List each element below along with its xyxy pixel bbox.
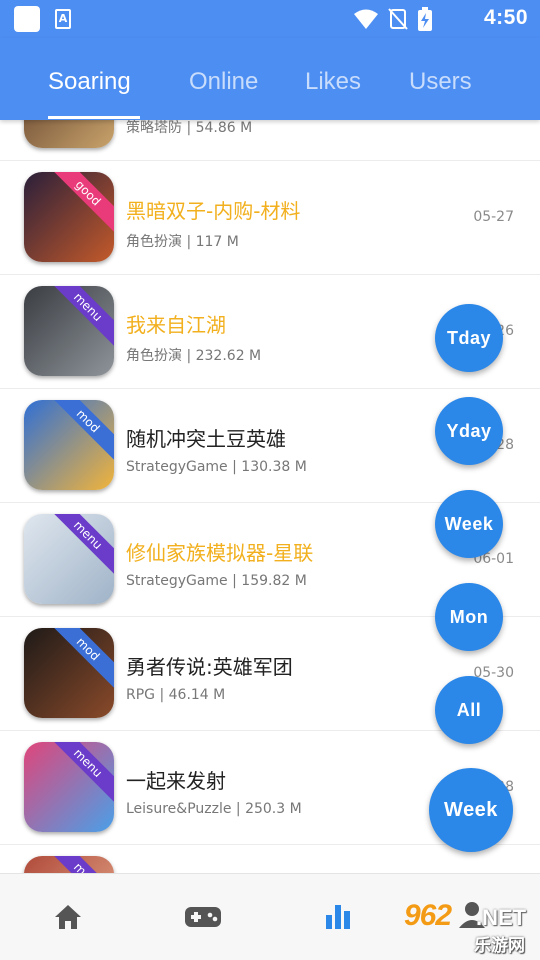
keyboard-notification-icon: A [55,9,71,29]
app-meta: Leisure&Puzzle | 250.3 M [126,801,302,817]
app-icon: menu [24,514,114,604]
app-icon: mod [24,628,114,718]
wifi-icon [354,9,378,29]
app-title: 黑暗双子-内购-材料 [126,199,301,223]
watermark-text: 乐游网 [474,936,525,956]
watermark-logo: 962 .NET 乐游网 [398,899,536,956]
active-tab-indicator [48,116,140,119]
app-title: 我来自江湖 [126,313,226,337]
clock: 4:50 [483,6,528,29]
home-icon[interactable] [53,903,83,931]
app-icon: menu [24,742,114,832]
badge-ribbon: menu [46,514,114,577]
battery-charging-icon [418,7,432,31]
app-icon: menu [24,856,114,873]
filter-all-button[interactable]: All [435,676,503,744]
badge-ribbon: mod [46,400,114,463]
badge-ribbon: mod [46,628,114,691]
tab-online[interactable]: Online [189,68,258,96]
app-title: 随机冲突土豆英雄 [126,427,286,451]
app-notification-icon [14,6,40,32]
filter-yesterday-button[interactable]: Yday [435,397,503,465]
badge-ribbon: menu [46,742,114,805]
filter-menu-button[interactable]: Week [429,768,513,852]
chart-icon[interactable] [325,903,351,929]
app-meta: 角色扮演 | 232.62 M [126,348,262,364]
app-icon: mod [24,400,114,490]
app-meta: RPG | 46.14 M [126,687,226,703]
filter-month-button[interactable]: Mon [435,583,503,651]
watermark-domain: .NET [476,905,527,930]
app-icon [24,120,114,148]
status-bar: A 4:50 [0,0,540,38]
tab-users[interactable]: Users [409,68,472,96]
top-tab-bar: Soaring Online Likes Users [0,38,540,120]
app-title: 一起来发射 [126,769,226,793]
tab-likes[interactable]: Likes [305,68,361,96]
no-signal-icon [388,8,408,30]
badge-ribbon: good [46,172,114,235]
app-meta: StrategyGame | 130.38 M [126,459,307,475]
watermark-number: 962 [404,899,452,932]
tab-soaring[interactable]: Soaring [48,68,131,96]
badge-ribbon: menu [46,856,114,873]
app-icon: menu [24,286,114,376]
gamepad-icon[interactable] [185,907,221,927]
app-date: 05-27 [473,209,514,225]
app-title: 勇者传说:英雄军团 [126,655,293,679]
app-title: 修仙家族模拟器-星联 [126,541,314,565]
list-item[interactable]: 策略塔防 | 54.86 M [0,120,540,161]
list-item[interactable]: good 黑暗双子-内购-材料 角色扮演 | 117 M 05-27 [0,161,540,275]
filter-week-button[interactable]: Week [435,490,503,558]
filter-today-button[interactable]: Tday [435,304,503,372]
badge-ribbon: menu [46,286,114,349]
app-meta: StrategyGame | 159.82 M [126,573,307,589]
app-meta: 角色扮演 | 117 M [126,234,239,250]
app-icon: good [24,172,114,262]
app-meta: 策略塔防 | 54.86 M [126,120,253,136]
